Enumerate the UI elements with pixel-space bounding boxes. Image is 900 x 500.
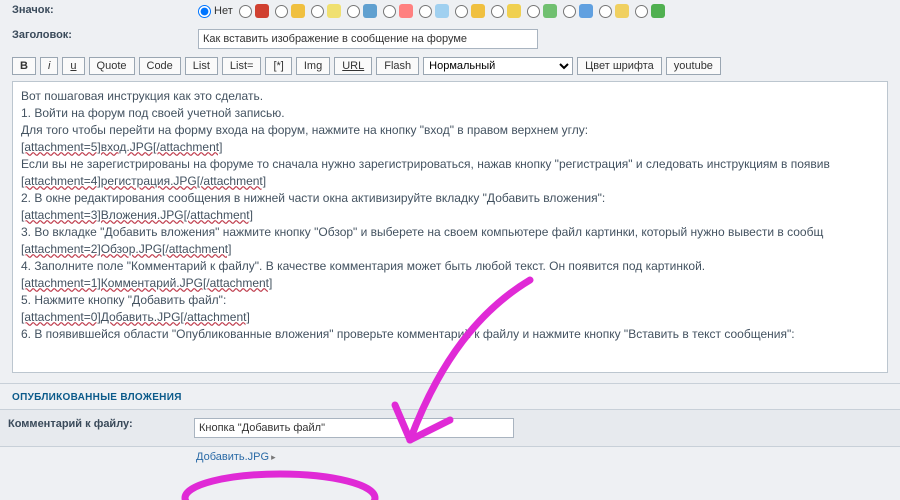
- editor-line: 2. В окне редактирования сообщения в ниж…: [21, 190, 879, 207]
- icon-option-face-cool[interactable]: [311, 4, 341, 18]
- attachments-header: ОПУБЛИКОВАННЫЕ ВЛОЖЕНИЯ: [0, 383, 900, 409]
- icon-none-label: Нет: [214, 5, 233, 17]
- bold-button[interactable]: B: [12, 57, 36, 75]
- icon-option-red-box[interactable]: [239, 4, 269, 18]
- editor-line: [attachment=4]регистрация.JPG[/attachmen…: [21, 173, 879, 190]
- title-input[interactable]: [198, 29, 538, 49]
- icon-option-globe[interactable]: [347, 4, 377, 18]
- warn-icon: [507, 4, 521, 18]
- editor-line: 6. В появившейся области "Опубликованные…: [21, 326, 879, 343]
- annotation-circle: [175, 468, 385, 500]
- editor-line: 3. Во вкладке "Добавить вложения" нажмит…: [21, 224, 879, 241]
- icon-option-tick[interactable]: [527, 4, 557, 18]
- globe-icon: [363, 4, 377, 18]
- list-item-button[interactable]: [*]: [265, 57, 291, 75]
- info-icon: [579, 4, 593, 18]
- editor-line: [attachment=1]Комментарий.JPG[/attachmen…: [21, 275, 879, 292]
- list-button[interactable]: List: [185, 57, 218, 75]
- title-field-label: Заголовок:: [12, 29, 72, 41]
- icon-option-green[interactable]: [635, 4, 665, 18]
- face-cool-icon: [327, 4, 341, 18]
- editor-line: Если вы не зарегистрированы на форуме то…: [21, 156, 879, 173]
- icon-radio-group: Нет: [190, 0, 900, 25]
- font-color-button[interactable]: Цвет шрифта: [577, 57, 662, 75]
- message-editor[interactable]: Вот пошаговая инструкция как это сделать…: [12, 81, 888, 373]
- flash-button[interactable]: Flash: [376, 57, 419, 75]
- comment-field-label: Комментарий к файлу:: [8, 418, 133, 430]
- star-icon: [291, 4, 305, 18]
- code-button[interactable]: Code: [139, 57, 181, 75]
- icon-field-label: Значок:: [12, 4, 54, 16]
- img-button[interactable]: Img: [296, 57, 330, 75]
- cloud-icon: [435, 4, 449, 18]
- url-button[interactable]: URL: [334, 57, 372, 75]
- font-size-select[interactable]: Нормальный: [423, 57, 573, 75]
- youtube-button[interactable]: youtube: [666, 57, 721, 75]
- attachment-file-link[interactable]: Добавить.JPG: [196, 451, 269, 463]
- bbcode-toolbar: B i u Quote Code List List= [*] Img URL …: [0, 53, 900, 81]
- editor-line: Вот пошаговая инструкция как это сделать…: [21, 88, 879, 105]
- underline-button[interactable]: u: [62, 57, 84, 75]
- editor-line: 4. Заполните поле "Комментарий к файлу".…: [21, 258, 879, 275]
- icon-option-star[interactable]: [275, 4, 305, 18]
- list-eq-button[interactable]: List=: [222, 57, 262, 75]
- heart-icon: [399, 4, 413, 18]
- attachment-file-link-row: Добавить.JPG▸: [0, 447, 900, 463]
- icon-option-question[interactable]: [455, 4, 485, 18]
- editor-line: [attachment=5]вход.JPG[/attachment]: [21, 139, 879, 156]
- question-icon: [471, 4, 485, 18]
- editor-line: [attachment=0]Добавить.JPG[/attachment]: [21, 309, 879, 326]
- chevron-right-icon: ▸: [271, 452, 276, 462]
- editor-line: [attachment=3]Вложения.JPG[/attachment]: [21, 207, 879, 224]
- icon-option-warn[interactable]: [491, 4, 521, 18]
- file-comment-input[interactable]: [194, 418, 514, 438]
- editor-line: 5. Нажмите кнопку "Добавить файл":: [21, 292, 879, 309]
- icon-option-info[interactable]: [563, 4, 593, 18]
- italic-button[interactable]: i: [40, 57, 58, 75]
- tick-icon: [543, 4, 557, 18]
- red-box-icon: [255, 4, 269, 18]
- editor-line: [attachment=2]Обзор.JPG[/attachment]: [21, 241, 879, 258]
- editor-line: 1. Войти на форум под своей учетной запи…: [21, 105, 879, 122]
- quote-button[interactable]: Quote: [89, 57, 135, 75]
- wink-icon: [615, 4, 629, 18]
- icon-option-heart[interactable]: [383, 4, 413, 18]
- icon-option-wink[interactable]: [599, 4, 629, 18]
- icon-option-cloud[interactable]: [419, 4, 449, 18]
- icon-option-none[interactable]: Нет: [198, 5, 233, 18]
- editor-line: Для того чтобы перейти на форму входа на…: [21, 122, 879, 139]
- green-icon: [651, 4, 665, 18]
